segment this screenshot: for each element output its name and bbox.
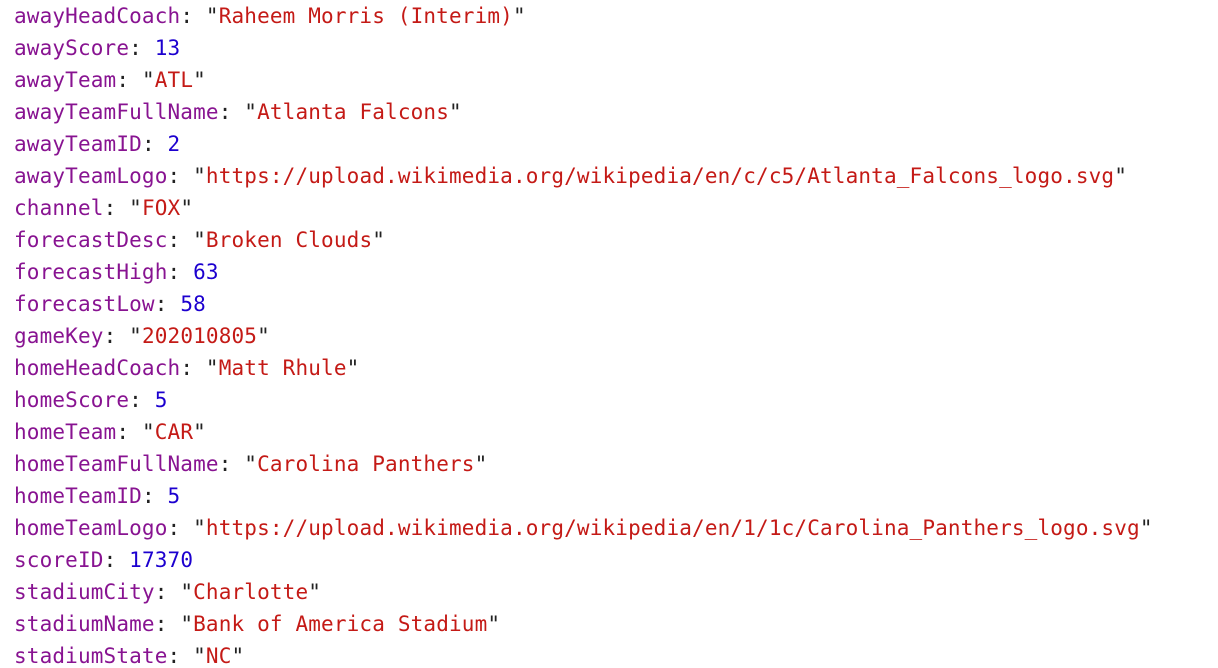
property-row-awayTeamFullName: awayTeamFullName: "Atlanta Falcons" xyxy=(14,100,462,124)
property-row-channel: channel: "FOX" xyxy=(14,196,194,220)
property-key: awayTeam xyxy=(14,68,117,92)
property-key: forecastDesc xyxy=(14,228,168,252)
property-key: forecastHigh xyxy=(14,260,168,284)
property-row-stadiumCity: stadiumCity: "Charlotte" xyxy=(14,580,322,604)
property-row-homeScore: homeScore: 5 xyxy=(14,388,168,412)
property-key: homeScore xyxy=(14,388,130,412)
property-row-homeTeamID: homeTeamID: 5 xyxy=(14,484,181,508)
property-row-gameKey: gameKey: "202010805" xyxy=(14,324,270,348)
property-value: 2 xyxy=(167,132,181,156)
property-key: homeTeamFullName xyxy=(14,452,219,476)
property-value: FOX xyxy=(141,196,181,220)
property-row-forecastDesc: forecastDesc: "Broken Clouds" xyxy=(14,228,386,252)
property-value: Matt Rhule xyxy=(218,356,347,380)
property-key: homeTeamLogo xyxy=(14,516,168,540)
property-row-awayTeam: awayTeam: "ATL" xyxy=(14,68,206,92)
property-value: Atlanta Falcons xyxy=(257,100,449,124)
property-key: channel xyxy=(14,196,104,220)
property-row-stadiumState: stadiumState: "NC" xyxy=(14,644,245,668)
property-key: gameKey xyxy=(14,324,104,348)
property-key: awayTeamFullName xyxy=(14,100,219,124)
property-row-stadiumName: stadiumName: "Bank of America Stadium" xyxy=(14,612,501,636)
property-row-forecastHigh: forecastHigh: 63 xyxy=(14,260,219,284)
property-row-scoreID: scoreID: 17370 xyxy=(14,548,194,572)
property-row-forecastLow: forecastLow: 58 xyxy=(14,292,206,316)
property-value: 5 xyxy=(154,388,168,412)
property-value: ATL xyxy=(154,68,194,92)
property-key: awayTeamLogo xyxy=(14,164,168,188)
property-key: scoreID xyxy=(14,548,104,572)
property-value: 17370 xyxy=(129,548,194,572)
property-key: awayHeadCoach xyxy=(14,4,181,28)
property-value: NC xyxy=(205,644,232,668)
property-row-homeTeamFullName: homeTeamFullName: "Carolina Panthers" xyxy=(14,452,488,476)
property-row-homeHeadCoach: homeHeadCoach: "Matt Rhule" xyxy=(14,356,360,380)
property-row-awayTeamLogo: awayTeamLogo: "https://upload.wikimedia.… xyxy=(14,164,1128,188)
property-key: awayScore xyxy=(14,36,130,60)
property-key: homeHeadCoach xyxy=(14,356,181,380)
property-key: stadiumName xyxy=(14,612,155,636)
property-key: awayTeamID xyxy=(14,132,142,156)
property-row-awayHeadCoach: awayHeadCoach: "Raheem Morris (Interim)" xyxy=(14,4,526,28)
property-row-homeTeam: homeTeam: "CAR" xyxy=(14,420,206,444)
property-value: 13 xyxy=(154,36,181,60)
property-value: Broken Clouds xyxy=(205,228,373,252)
property-value: CAR xyxy=(154,420,194,444)
property-key: forecastLow xyxy=(14,292,155,316)
property-value: Charlotte xyxy=(193,580,309,604)
property-row-awayScore: awayScore: 13 xyxy=(14,36,181,60)
property-value: https://upload.wikimedia.org/wikipedia/e… xyxy=(205,516,1140,540)
property-value: Bank of America Stadium xyxy=(193,612,488,636)
property-row-homeTeamLogo: homeTeamLogo: "https://upload.wikimedia.… xyxy=(14,516,1153,540)
property-value: https://upload.wikimedia.org/wikipedia/e… xyxy=(205,164,1115,188)
property-key: stadiumCity xyxy=(14,580,155,604)
property-value: Carolina Panthers xyxy=(257,452,475,476)
property-key: homeTeam xyxy=(14,420,117,444)
property-value: Raheem Morris (Interim) xyxy=(218,4,513,28)
property-value: 63 xyxy=(193,260,219,284)
property-value: 58 xyxy=(180,292,206,316)
property-row-awayTeamID: awayTeamID: 2 xyxy=(14,132,181,156)
property-key: homeTeamID xyxy=(14,484,142,508)
property-value: 202010805 xyxy=(141,324,258,348)
property-value: 5 xyxy=(167,484,181,508)
json-object-viewer: awayHeadCoach: "Raheem Morris (Interim)"… xyxy=(0,0,1218,668)
property-key: stadiumState xyxy=(14,644,168,668)
